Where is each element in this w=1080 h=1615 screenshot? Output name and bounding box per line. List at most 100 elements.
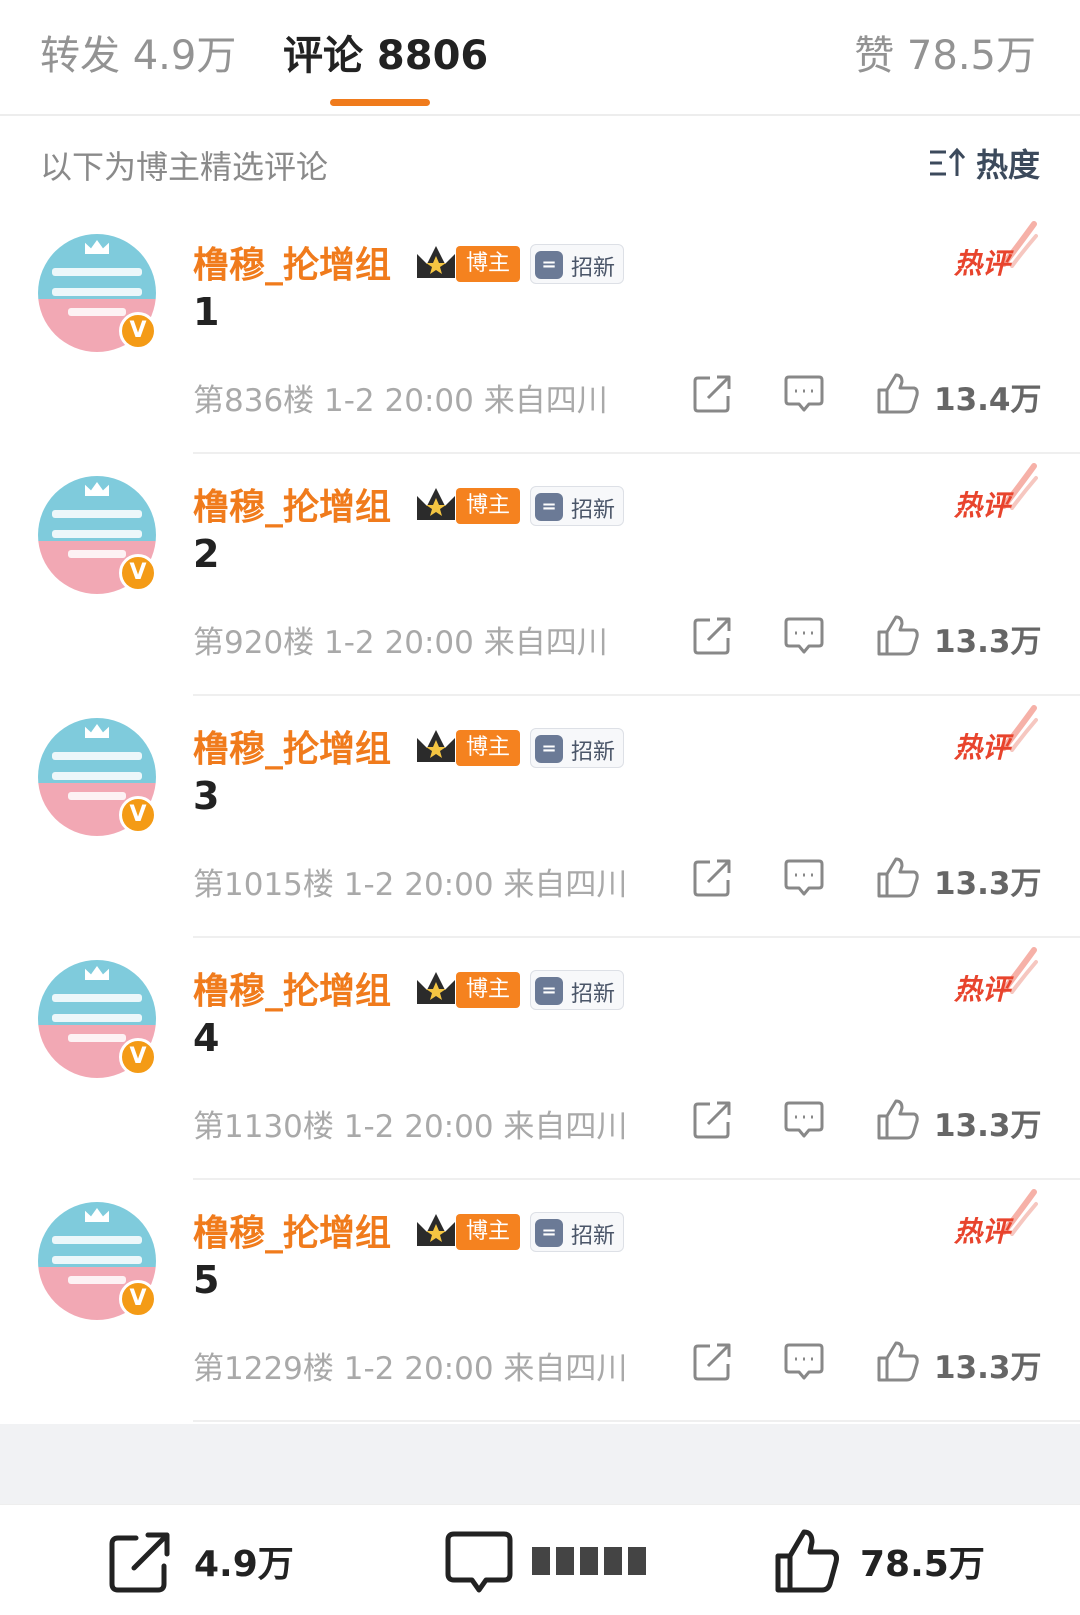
comment-meta: 第1130楼 1-2 20:00 来自四川 bbox=[193, 1109, 628, 1145]
comment-meta: 第836楼 1-2 20:00 来自四川 bbox=[193, 383, 608, 419]
comment-username[interactable]: 橹穆_抡增组 bbox=[193, 1204, 391, 1256]
thumb-up-icon[interactable] bbox=[876, 856, 920, 898]
comment-username[interactable]: 橹穆_抡增组 bbox=[193, 236, 391, 288]
avatar-graphic-line bbox=[52, 530, 142, 538]
comment-text: 5 bbox=[193, 1258, 220, 1302]
comment-item[interactable]: V 橹穆_抡增组 博主 = 招新 热评 1 第836楼 1-2 20:00 来自… bbox=[0, 212, 1080, 454]
thumb-up-icon[interactable] bbox=[876, 372, 920, 414]
crown-icon bbox=[417, 246, 455, 278]
toolbar-like-count: 78.5万 bbox=[860, 1544, 985, 1585]
recruit-tag-label: 招新 bbox=[571, 740, 616, 765]
crown-icon bbox=[417, 488, 455, 520]
crown-icon bbox=[417, 730, 455, 762]
recruit-tag-label: 招新 bbox=[571, 1224, 616, 1249]
comment-text: 2 bbox=[193, 532, 220, 576]
toolbar-like-button[interactable]: 78.5万 bbox=[772, 1521, 985, 1601]
sort-label: 热度 bbox=[975, 146, 1040, 184]
comment-meta: 第920楼 1-2 20:00 来自四川 bbox=[193, 625, 608, 661]
avatar-graphic-line bbox=[52, 1014, 142, 1022]
hot-comment-badge: 热评 bbox=[953, 247, 1010, 280]
blogger-tag: 博主 bbox=[456, 730, 521, 766]
hot-comment-badge: 热评 bbox=[953, 973, 1010, 1006]
reply-icon[interactable] bbox=[784, 372, 824, 414]
toolbar-repost-button[interactable]: 4.9万 bbox=[106, 1521, 294, 1601]
share-icon[interactable] bbox=[692, 614, 732, 656]
avatar-graphic-line bbox=[52, 288, 142, 296]
avatar-graphic-line bbox=[68, 1276, 126, 1284]
avatar-graphic-line bbox=[52, 1256, 142, 1264]
tab-like[interactable]: 赞 78.5万 bbox=[854, 30, 1036, 82]
share-icon bbox=[109, 1532, 170, 1593]
avatar-graphic-line bbox=[68, 550, 126, 558]
share-icon[interactable] bbox=[692, 1340, 732, 1382]
verified-badge: V bbox=[119, 796, 157, 834]
comment-like-count: 13.3万 bbox=[934, 1108, 1042, 1144]
reply-icon[interactable] bbox=[784, 856, 824, 898]
comment-meta: 第1015楼 1-2 20:00 来自四川 bbox=[193, 867, 628, 903]
thumb-up-icon[interactable] bbox=[876, 1098, 920, 1140]
share-icon[interactable] bbox=[692, 372, 732, 414]
avatar-crown-graphic bbox=[85, 240, 109, 254]
avatar-graphic-line bbox=[52, 268, 142, 276]
recruit-tag-label: 招新 bbox=[571, 982, 616, 1007]
reply-icon[interactable] bbox=[784, 1340, 824, 1382]
crown-icon bbox=[417, 1214, 455, 1246]
comment-username[interactable]: 橹穆_抡增组 bbox=[193, 478, 391, 530]
bottom-toolbar: 4.9万 78.5万 bbox=[0, 1504, 1080, 1615]
blogger-tag: 博主 bbox=[456, 246, 521, 282]
filter-description: 以下为博主精选评论 bbox=[40, 148, 329, 186]
recruit-tag[interactable]: = 招新 bbox=[530, 1212, 624, 1252]
section-spacer bbox=[0, 1424, 1080, 1504]
recruit-tag-icon: = bbox=[535, 1219, 563, 1247]
avatar-graphic-line bbox=[52, 772, 142, 780]
blogger-tag: 博主 bbox=[456, 972, 521, 1008]
comment-item[interactable]: V 橹穆_抡增组 博主 = 招新 热评 4 第1130楼 1-2 20:00 来… bbox=[0, 938, 1080, 1180]
reply-icon[interactable] bbox=[784, 614, 824, 656]
recruit-tag-icon: = bbox=[535, 251, 563, 279]
tab-repost[interactable]: 转发 4.9万 bbox=[40, 30, 236, 82]
crown-icon bbox=[417, 972, 455, 1004]
recruit-tag-label: 招新 bbox=[571, 256, 616, 281]
verified-badge: V bbox=[119, 1038, 157, 1076]
recruit-tag[interactable]: = 招新 bbox=[530, 728, 624, 768]
share-icon[interactable] bbox=[692, 856, 732, 898]
thumb-up-icon[interactable] bbox=[876, 614, 920, 656]
verified-badge: V bbox=[119, 312, 157, 350]
avatar-graphic-line bbox=[52, 994, 142, 1002]
toolbar-repost-count: 4.9万 bbox=[194, 1544, 294, 1585]
sort-button[interactable]: 热度 bbox=[928, 140, 1040, 186]
blogger-tag: 博主 bbox=[456, 1214, 521, 1250]
comment-item[interactable]: V 橹穆_抡增组 博主 = 招新 热评 2 第920楼 1-2 20:00 来自… bbox=[0, 454, 1080, 696]
avatar-graphic-line bbox=[52, 1236, 142, 1244]
avatar-graphic-line bbox=[52, 752, 142, 760]
share-icon[interactable] bbox=[692, 1098, 732, 1140]
comment-like-count: 13.3万 bbox=[934, 1350, 1042, 1386]
comment-username[interactable]: 橹穆_抡增组 bbox=[193, 720, 391, 772]
hot-comment-badge: 热评 bbox=[953, 731, 1010, 764]
recruit-tag-icon: = bbox=[535, 977, 563, 1005]
verified-badge: V bbox=[119, 554, 157, 592]
comment-username[interactable]: 橹穆_抡增组 bbox=[193, 962, 391, 1014]
verified-badge: V bbox=[119, 1280, 157, 1318]
comment-item[interactable]: V 橹穆_抡增组 博主 = 招新 热评 5 第1229楼 1-2 20:00 来… bbox=[0, 1180, 1080, 1422]
recruit-tag[interactable]: = 招新 bbox=[530, 970, 624, 1010]
toolbar-comment-button[interactable] bbox=[444, 1521, 650, 1601]
reply-icon[interactable] bbox=[784, 1098, 824, 1140]
comment-text: 1 bbox=[193, 290, 220, 334]
comment-item[interactable]: V 橹穆_抡增组 博主 = 招新 热评 3 第1015楼 1-2 20:00 来… bbox=[0, 696, 1080, 938]
avatar-crown-graphic bbox=[85, 1208, 109, 1222]
comment-meta: 第1229楼 1-2 20:00 来自四川 bbox=[193, 1351, 628, 1387]
hot-comment-badge: 热评 bbox=[953, 489, 1010, 522]
active-tab-indicator bbox=[330, 99, 430, 106]
avatar-graphic-line bbox=[68, 792, 126, 800]
toolbar-comment-count-obscured bbox=[532, 1547, 650, 1575]
row-divider bbox=[193, 1420, 1080, 1422]
avatar-graphic-line bbox=[68, 1034, 126, 1042]
thumb-up-icon bbox=[775, 1529, 839, 1593]
recruit-tag[interactable]: = 招新 bbox=[530, 244, 624, 284]
avatar-graphic-line bbox=[68, 308, 126, 316]
thumb-up-icon[interactable] bbox=[876, 1340, 920, 1382]
recruit-tag-icon: = bbox=[535, 735, 563, 763]
comment-icon bbox=[445, 1531, 513, 1593]
recruit-tag[interactable]: = 招新 bbox=[530, 486, 624, 526]
